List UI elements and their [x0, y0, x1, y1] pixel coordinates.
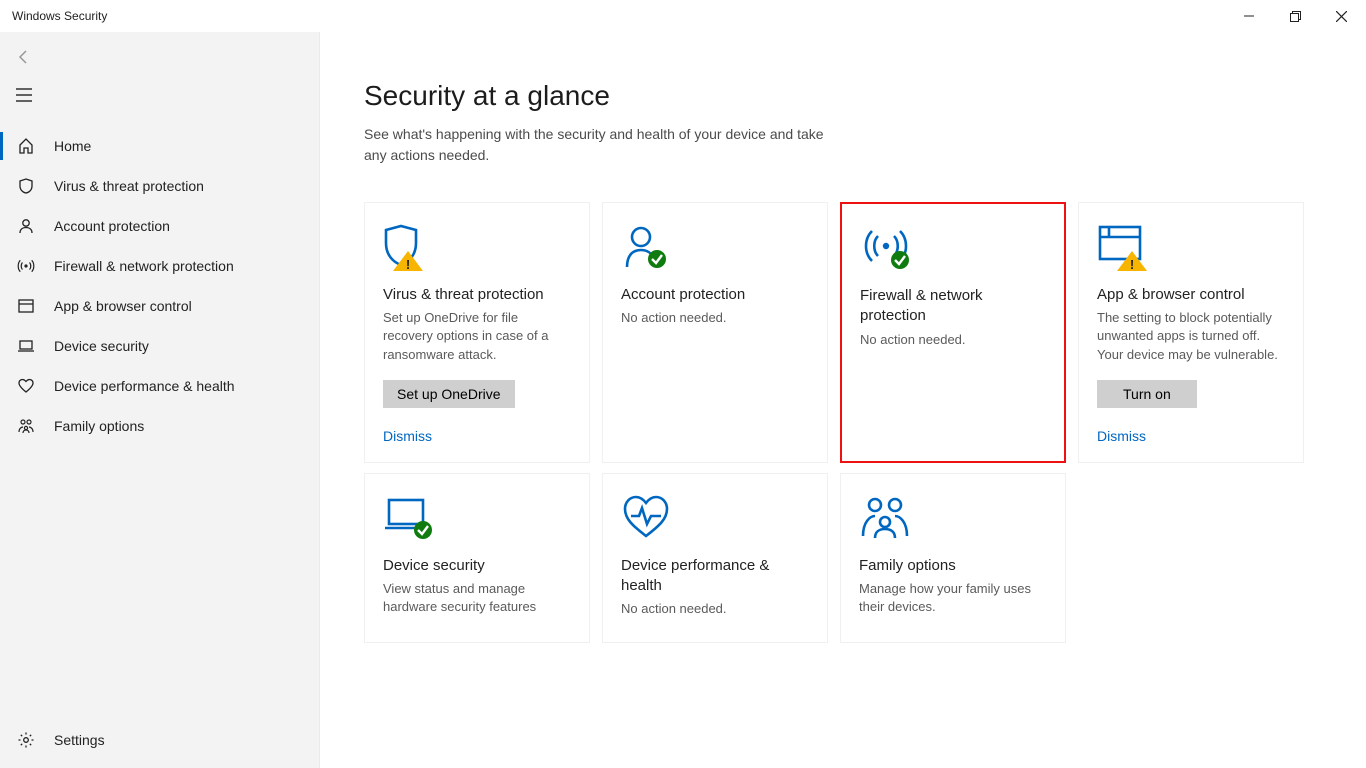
sidebar-item-label: App & browser control: [54, 298, 192, 314]
laptop-icon: [16, 337, 36, 355]
family-icon: [16, 417, 36, 435]
browser-warning-icon: !: [1097, 223, 1285, 271]
close-button[interactable]: [1318, 0, 1364, 32]
dismiss-link[interactable]: Dismiss: [1097, 428, 1146, 444]
sidebar-item-virus[interactable]: Virus & threat protection: [0, 166, 319, 206]
card-desc: No action needed.: [860, 331, 1046, 349]
card-device-security[interactable]: Device security View status and manage h…: [364, 473, 590, 643]
card-family-options[interactable]: Family options Manage how your family us…: [840, 473, 1066, 643]
sidebar-item-home[interactable]: Home: [0, 126, 319, 166]
sidebar-item-label: Account protection: [54, 218, 170, 234]
card-desc: Set up OneDrive for file recovery option…: [383, 309, 571, 364]
card-desc: View status and manage hardware security…: [383, 580, 571, 616]
sidebar-item-label: Family options: [54, 418, 144, 434]
person-icon: [16, 217, 36, 235]
card-desc: No action needed.: [621, 600, 809, 618]
heart-pulse-icon: [621, 494, 809, 542]
card-title: Virus & threat protection: [383, 285, 571, 305]
card-account-protection[interactable]: Account protection No action needed.: [602, 202, 828, 463]
content-area: Security at a glance See what's happenin…: [320, 32, 1366, 768]
browser-icon: [16, 297, 36, 315]
sidebar: Home Virus & threat protection Account p…: [0, 32, 320, 768]
svg-text:!: !: [406, 257, 410, 271]
shield-icon: [16, 177, 36, 195]
hamburger-menu-button[interactable]: [2, 76, 46, 114]
card-virus-threat[interactable]: ! Virus & threat protection Set up OneDr…: [364, 202, 590, 463]
heart-icon: [16, 377, 36, 395]
back-button[interactable]: [2, 38, 46, 76]
dismiss-link[interactable]: Dismiss: [383, 428, 432, 444]
card-desc: The setting to block potentially unwante…: [1097, 309, 1285, 364]
sidebar-item-firewall[interactable]: Firewall & network protection: [0, 246, 319, 286]
card-title: App & browser control: [1097, 285, 1285, 305]
card-title: Family options: [859, 556, 1047, 576]
sidebar-item-label: Firewall & network protection: [54, 258, 234, 274]
person-check-icon: [621, 223, 809, 271]
home-icon: [16, 137, 36, 155]
antenna-icon: [16, 257, 36, 275]
sidebar-item-label: Device security: [54, 338, 149, 354]
card-desc: No action needed.: [621, 309, 809, 327]
sidebar-item-label: Home: [54, 138, 91, 154]
card-title: Device security: [383, 556, 571, 576]
title-bar: Windows Security: [0, 0, 1366, 32]
sidebar-item-device-security[interactable]: Device security: [0, 326, 319, 366]
card-app-browser[interactable]: ! App & browser control The setting to b…: [1078, 202, 1304, 463]
antenna-check-icon: [860, 224, 1046, 272]
svg-text:!: !: [1130, 257, 1134, 271]
page-title: Security at a glance: [364, 80, 1322, 112]
minimize-button[interactable]: [1226, 0, 1272, 32]
sidebar-item-settings[interactable]: Settings: [0, 720, 319, 760]
gear-icon: [16, 731, 36, 749]
laptop-check-icon: [383, 494, 571, 542]
card-title: Firewall & network protection: [860, 286, 1046, 327]
card-title: Device performance & health: [621, 556, 809, 597]
card-desc: Manage how your family uses their device…: [859, 580, 1047, 616]
window-title: Windows Security: [12, 9, 107, 23]
card-firewall-network[interactable]: Firewall & network protection No action …: [840, 202, 1066, 463]
card-title: Account protection: [621, 285, 809, 305]
sidebar-item-app-browser[interactable]: App & browser control: [0, 286, 319, 326]
sidebar-item-label: Device performance & health: [54, 378, 235, 394]
shield-warning-icon: !: [383, 223, 571, 271]
page-subtitle: See what's happening with the security a…: [364, 124, 844, 166]
turn-on-button[interactable]: Turn on: [1097, 380, 1197, 408]
family-big-icon: [859, 494, 1047, 542]
sidebar-item-label: Virus & threat protection: [54, 178, 204, 194]
maximize-button[interactable]: [1272, 0, 1318, 32]
sidebar-item-label: Settings: [54, 732, 105, 748]
sidebar-item-family[interactable]: Family options: [0, 406, 319, 446]
sidebar-item-device-health[interactable]: Device performance & health: [0, 366, 319, 406]
setup-onedrive-button[interactable]: Set up OneDrive: [383, 380, 515, 408]
card-device-health[interactable]: Device performance & health No action ne…: [602, 473, 828, 643]
sidebar-item-account[interactable]: Account protection: [0, 206, 319, 246]
